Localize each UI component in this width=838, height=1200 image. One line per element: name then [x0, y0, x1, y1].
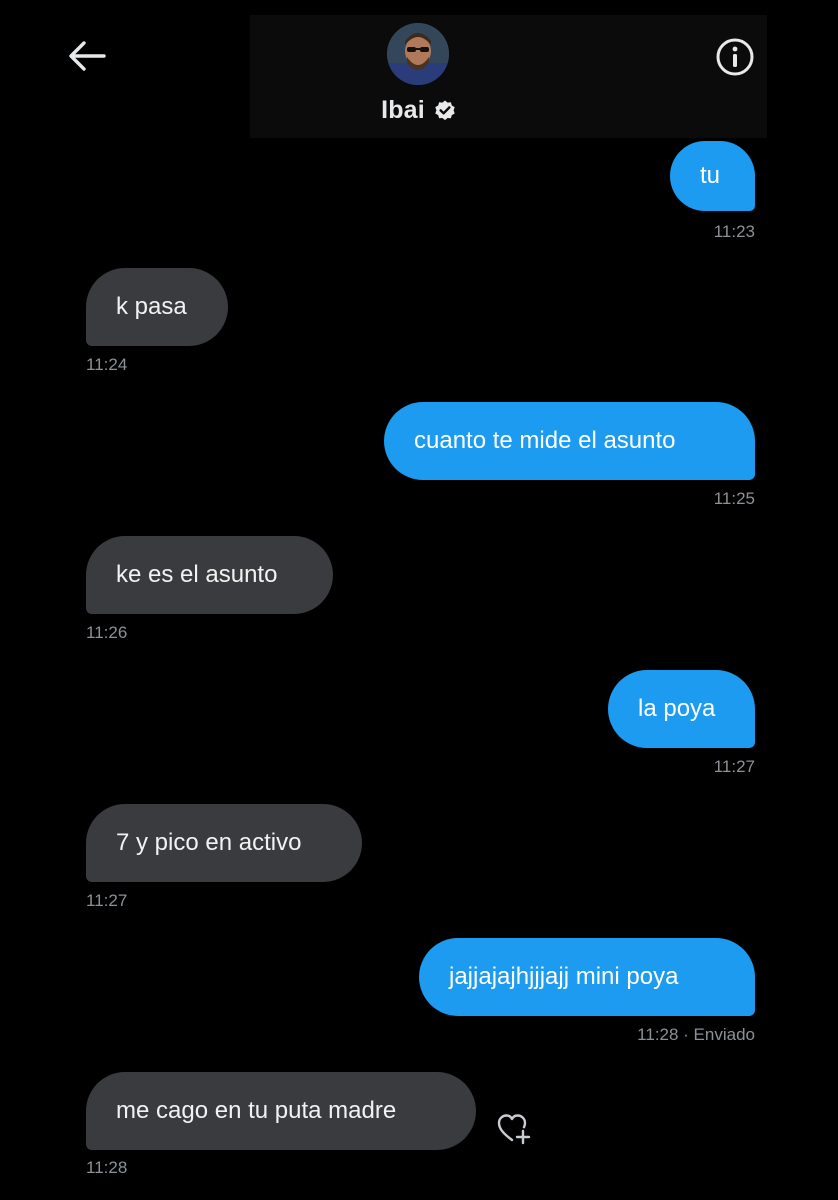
verified-badge-icon — [435, 100, 455, 120]
info-icon[interactable] — [714, 36, 756, 78]
message-bubble-outgoing[interactable]: cuanto te mide el asunto — [384, 402, 755, 480]
add-reaction-heart-icon[interactable] — [496, 1112, 532, 1146]
message-timestamp: 11:24 — [86, 355, 128, 374]
message-bubble-outgoing[interactable]: tu — [670, 141, 755, 211]
message-timestamp: 11:28 — [86, 1158, 128, 1177]
message-timestamp: 11:28 · Enviado — [637, 1025, 755, 1044]
contact-name: Ibai — [381, 96, 425, 124]
message-bubble-outgoing[interactable]: jajjajajhjjjajj mini poya — [419, 938, 755, 1016]
message-timestamp: 11:23 — [713, 222, 755, 241]
message-bubble-incoming[interactable]: ke es el asunto — [86, 536, 333, 614]
message-bubble-incoming[interactable]: k pasa — [86, 268, 228, 346]
message-bubble-incoming[interactable]: 7 y pico en activo — [86, 804, 362, 882]
message-timestamp: 11:27 — [86, 891, 128, 910]
message-timestamp: 11:27 — [713, 757, 755, 776]
contact-name-row[interactable]: Ibai — [0, 96, 838, 125]
back-arrow-icon[interactable] — [64, 36, 108, 76]
contact-avatar[interactable] — [387, 23, 449, 85]
message-bubble-incoming[interactable]: me cago en tu puta madre — [86, 1072, 476, 1150]
message-timestamp: 11:25 — [713, 489, 755, 508]
conversation-header: Ibai — [0, 0, 838, 140]
message-bubble-outgoing[interactable]: la poya — [608, 670, 755, 748]
message-timestamp: 11:26 — [86, 623, 128, 642]
